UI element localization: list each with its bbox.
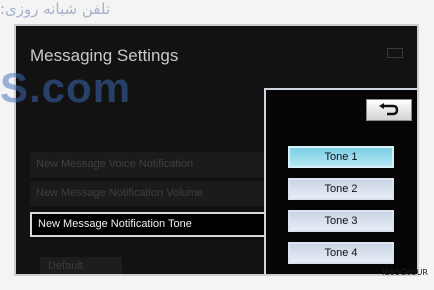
menu-item-voice-notification[interactable]: New Message Voice Notification (30, 152, 268, 177)
tone-3-button[interactable]: Tone 3 (288, 210, 394, 232)
phone-watermark: تلفن شبانه روزی: ۸۵ (0, 0, 110, 18)
tone-selection-popup: Tone 1 Tone 2 Tone 3 Tone 4 OK (264, 88, 417, 274)
menu-item-notification-tone[interactable]: New Message Notification Tone (30, 212, 268, 237)
default-button[interactable]: Default (40, 257, 122, 274)
page-title: Messaging Settings (30, 46, 179, 65)
image-code-label: IB95G05UR (382, 268, 428, 277)
tone-2-button[interactable]: Tone 2 (288, 178, 394, 200)
navigation-screen: Messaging Settings New Message Voice Not… (14, 24, 419, 276)
return-arrow-icon (379, 103, 399, 116)
tone-4-button[interactable]: Tone 4 (288, 242, 394, 264)
menu-item-notification-volume[interactable]: New Message Notification Volume (30, 181, 268, 206)
back-button[interactable] (366, 99, 412, 121)
site-watermark: S.com (0, 64, 132, 111)
tone-1-button[interactable]: Tone 1 (288, 146, 394, 168)
screen-corner-indicator (387, 48, 403, 58)
